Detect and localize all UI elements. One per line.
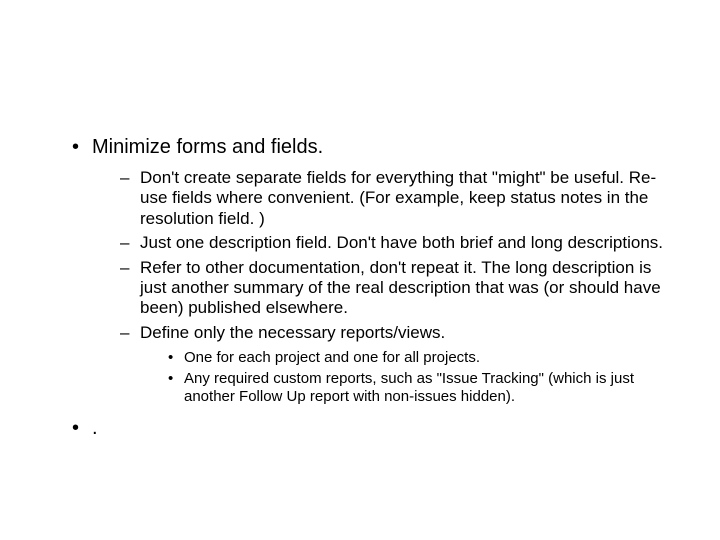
list-item: One for each project and one for all pro… xyxy=(168,349,672,367)
list-item: Refer to other documentation, don't repe… xyxy=(120,258,672,319)
bullet-text: . xyxy=(92,417,98,439)
list-item: Just one description field. Don't have b… xyxy=(120,233,672,253)
list-item: . xyxy=(72,416,672,441)
bullet-list-level1: Minimize forms and fields. Don't create … xyxy=(48,135,672,441)
bullet-text: Just one description field. Don't have b… xyxy=(140,233,663,252)
bullet-list-level2: Don't create separate fields for everyth… xyxy=(92,168,672,406)
slide: Minimize forms and fields. Don't create … xyxy=(0,0,720,540)
list-item: Define only the necessary reports/views.… xyxy=(120,323,672,406)
list-item: Don't create separate fields for everyth… xyxy=(120,168,672,229)
bullet-text: Minimize forms and fields. xyxy=(92,136,323,158)
bullet-list-level3: One for each project and one for all pro… xyxy=(140,349,672,406)
list-item: Any required custom reports, such as "Is… xyxy=(168,370,672,406)
bullet-text: Any required custom reports, such as "Is… xyxy=(184,370,634,405)
bullet-text: Define only the necessary reports/views. xyxy=(140,323,445,342)
bullet-text: Don't create separate fields for everyth… xyxy=(140,168,656,228)
list-item: Minimize forms and fields. Don't create … xyxy=(72,135,672,406)
bullet-text: Refer to other documentation, don't repe… xyxy=(140,258,661,318)
bullet-text: One for each project and one for all pro… xyxy=(184,349,480,366)
